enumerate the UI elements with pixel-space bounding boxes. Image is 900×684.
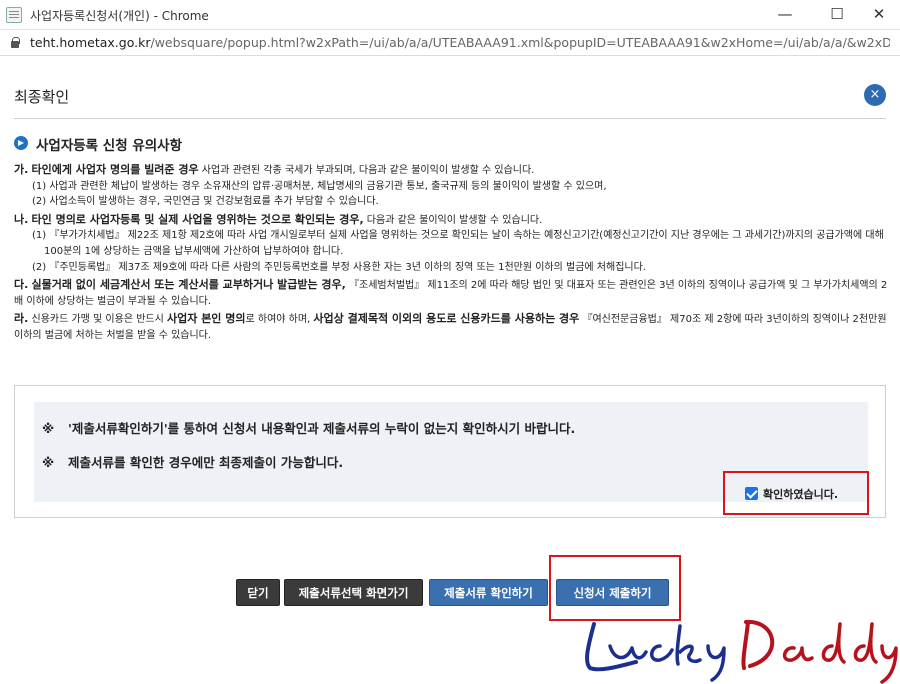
notice-lead: 타인에게 사업자 명의를 빌려준 경우 [31,163,199,176]
highlight-box-checkbox [723,471,869,515]
notice-item-da: 다. 실물거래 없이 세금계산서 또는 계산서를 교부하거나 발급받는 경우, … [14,277,888,309]
window-titlebar: 사업자등록신청서(개인) - Chrome — ☐ ✕ [0,0,900,30]
close-icon[interactable]: × [864,84,886,106]
confirm-text-2: 제출서류를 확인한 경우에만 최종제출이 가능합니다. [68,455,344,470]
notice-text: 신용카드 가맹 및 이용은 반드시 [28,314,167,326]
url-text[interactable]: teht.hometax.go.kr/websquare/popup.html?… [30,35,890,50]
confirm-line-1: ※ '제출서류확인하기'를 통하여 신청서 내용확인과 제출서류의 누락이 없는지… [42,418,575,437]
notice-mark: 가. [14,163,29,176]
minimize-icon[interactable]: — [762,0,808,30]
notice-mark: 라. [14,312,29,326]
confirm-line-2: ※ 제출서류를 확인한 경우에만 최종제출이 가능합니다. [42,452,343,471]
signature-watermark [585,619,898,684]
notice-text: 사업과 관련된 각종 국세가 부과되며, 다음과 같은 불이익이 발생할 수 있… [198,165,535,176]
notice-body: 가. 타인에게 사업자 명의를 빌려준 경우 사업과 관련된 각종 국세가 부과… [14,162,888,346]
notice-sub: (2) 사업소득이 발생하는 경우, 국민연금 및 건강보험료를 추가 부담할 … [32,196,379,208]
maximize-icon[interactable]: ☐ [814,0,860,30]
close-button[interactable]: 닫기 [236,579,280,606]
notice-item-na: 나. 타인 명의로 사업자등록 및 실제 사업을 영위하는 것으로 확인되는 경… [14,212,888,275]
popup-title: 최종확인 [14,88,70,106]
notice-item-ga: 가. 타인에게 사업자 명의를 빌려준 경우 사업과 관련된 각종 국세가 부과… [14,162,888,210]
notice-sub: (1) 사업과 관련한 체납이 발생하는 경우 소유재산의 압류·공매처분, 체… [32,180,607,192]
lock-icon[interactable] [10,37,20,49]
confirm-text-1: '제출서류확인하기'를 통하여 신청서 내용확인과 제출서류의 누락이 없는지 … [68,421,576,436]
notice-text: 로 하여야 하며, [245,314,314,326]
reference-mark: ※ [42,455,55,470]
notice-text: 다음과 같은 불이익이 발생할 수 있습니다. [363,214,543,226]
reference-mark: ※ [42,421,55,436]
section-title: 사업자등록 신청 유의사항 [36,138,183,154]
notice-sub: (2) 『주민등록법』 제37조 제9호에 따라 다른 사람의 주민등록번호를 … [32,261,646,273]
arrow-bullet-icon [14,136,28,150]
url-host: teht.hometax.go.kr [30,35,151,50]
window-close-icon[interactable]: ✕ [856,0,900,30]
window-title: 사업자등록신청서(개인) - Chrome [30,9,209,23]
notice-item-ra: 라. 신용카드 가맹 및 이용은 반드시 사업자 본인 명의로 하여야 하며, … [14,311,888,343]
notice-lead: 실물거래 없이 세금계산서 또는 계산서를 교부하거나 발급받는 경우, [31,278,346,292]
notice-mark: 나. [14,212,29,226]
check-docs-button[interactable]: 제출서류 확인하기 [429,579,548,606]
header-divider [14,118,886,119]
select-docs-screen-button[interactable]: 제출서류선택 화면가기 [284,579,423,606]
notice-mark: 다. [14,278,29,292]
address-bar[interactable]: teht.hometax.go.kr/websquare/popup.html?… [0,30,900,56]
notice-lead: 타인 명의로 사업자등록 및 실제 사업을 영위하는 것으로 확인되는 경우, [31,212,364,226]
url-path: /websquare/popup.html?w2xPath=/ui/ab/a/a… [150,35,890,50]
notice-sub: (1) 『부가가치세법』 제22조 제1항 제2호에 따라 사업 개시일로부터 … [32,230,884,257]
notice-lead: 사업상 결제목적 이외의 용도로 신용카드를 사용하는 경우 [313,312,580,326]
page-document-icon [6,7,22,23]
notice-lead: 사업자 본인 명의 [167,312,246,326]
